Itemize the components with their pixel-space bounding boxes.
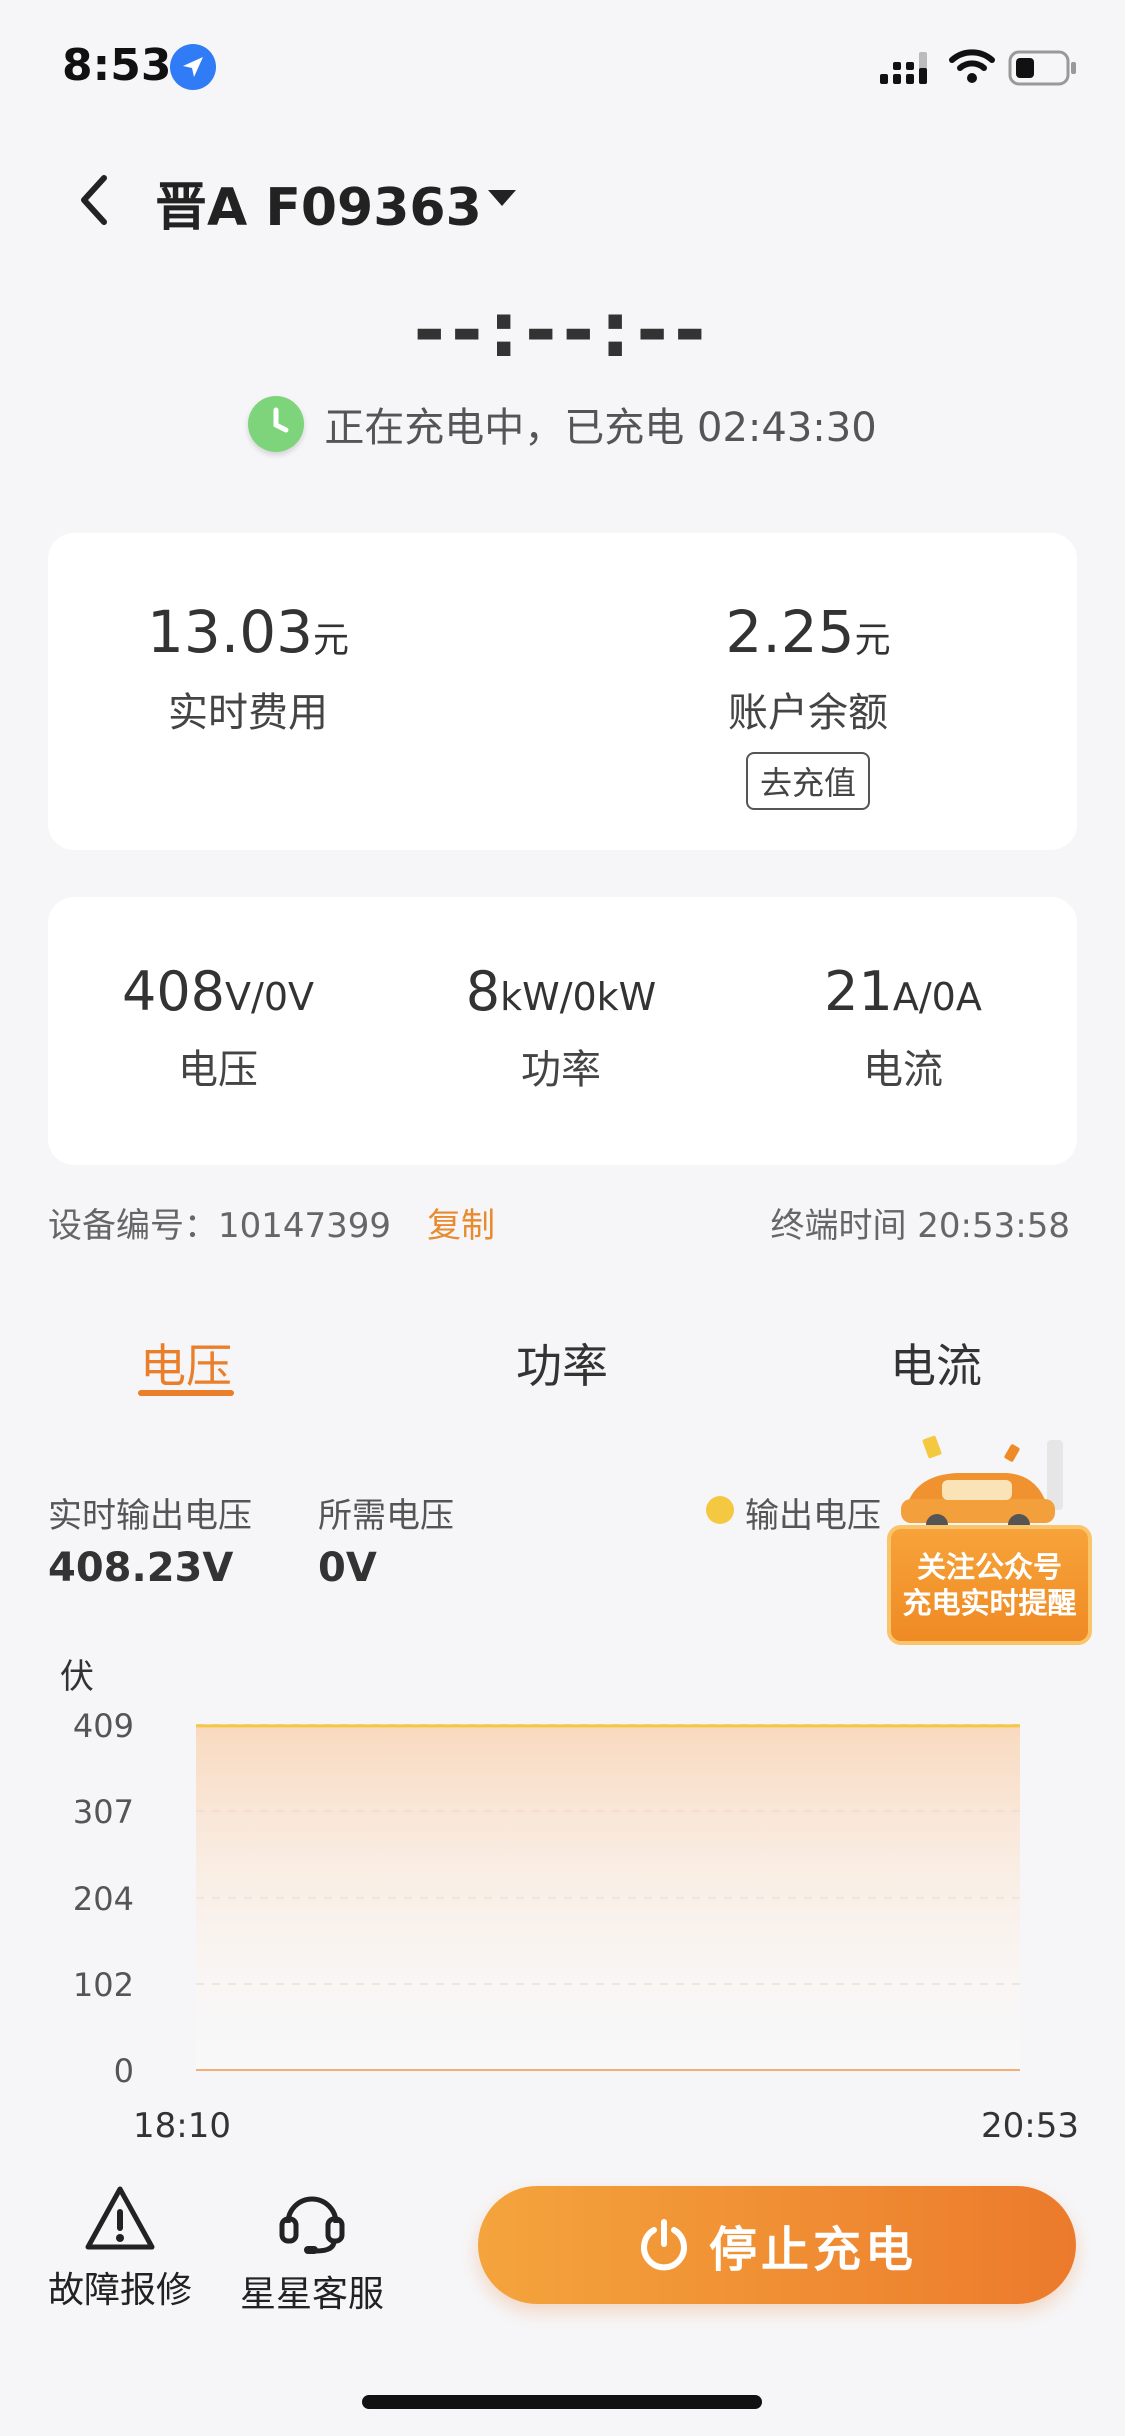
- power-value: 8: [465, 960, 501, 1023]
- series-area: [196, 1725, 1020, 2070]
- balance-label: 账户余额: [728, 690, 888, 736]
- y-tick-label: 102: [73, 1966, 134, 2004]
- x-tick-label: 18:10: [133, 2106, 231, 2146]
- realtime-cost: 13.03元 实时费用: [98, 598, 398, 738]
- realtime-output-voltage-label: 实时输出电压: [48, 1496, 252, 1536]
- fee-card: 13.03元 实时费用 2.25元 账户余额 去充值: [48, 533, 1077, 850]
- charge-status-text: 正在充电中，已充电 02:43:30: [324, 405, 877, 451]
- legend-label: 输出电压: [745, 1496, 881, 1536]
- caret-down-icon[interactable]: [488, 190, 516, 206]
- active-tab-underline: [138, 1390, 234, 1396]
- terminal-time: 终端时间 20:53:58: [770, 1198, 1070, 1247]
- terminal-time-label: 终端时间: [770, 1206, 907, 1246]
- back-arrow-icon[interactable]: [70, 170, 120, 230]
- fault-report-label: 故障报修: [47, 2270, 192, 2311]
- vehicle-plate-selector[interactable]: 晋A F09363: [155, 165, 482, 240]
- y-tick-label: 307: [73, 1793, 134, 1831]
- balance-value: 2.25: [725, 598, 855, 666]
- countdown-display: --:--:--: [413, 285, 712, 374]
- required-voltage-label: 所需电压: [318, 1496, 454, 1536]
- voltage-chart: 伏 409 307 204 102 0 18:10 20:53: [60, 1657, 1079, 2146]
- current-stat: 21A/0A 电流: [753, 960, 1053, 1095]
- tab-voltage[interactable]: 电压: [126, 1330, 246, 1396]
- realtime-cost-value: 13.03: [146, 598, 314, 666]
- device-id-label: 设备编号：: [48, 1206, 218, 1246]
- terminal-time-value: 20:53:58: [917, 1206, 1070, 1246]
- voltage-stat: 408V/0V 电压: [68, 960, 368, 1095]
- realtime-output-voltage-value: 408.23V: [48, 1545, 234, 1591]
- current-label: 电流: [863, 1047, 943, 1093]
- required-voltage-value: 0V: [318, 1545, 377, 1591]
- follow-account-promo[interactable]: 关注公众号 充电实时提醒: [887, 1425, 1092, 1645]
- warning-triangle-icon: [85, 2186, 155, 2250]
- copy-device-id-link[interactable]: 复制: [427, 1206, 495, 1246]
- home-indicator: [362, 2395, 762, 2409]
- voltage-value: 408: [121, 960, 226, 1023]
- balance-unit: 元: [854, 620, 891, 661]
- current-unit: A/0A: [892, 975, 982, 1019]
- electric-card: 408V/0V 电压 8kW/0kW 功率 21A/0A 电流: [48, 897, 1077, 1165]
- clock-icon: [248, 396, 305, 452]
- legend-dot: [706, 1496, 734, 1524]
- y-tick-label: 0: [114, 2052, 134, 2090]
- stop-charging-button[interactable]: 停止充电: [478, 2186, 1076, 2304]
- y-tick-label: 409: [73, 1707, 134, 1745]
- tab-power[interactable]: 功率: [502, 1330, 622, 1396]
- headset-icon: [279, 2196, 345, 2254]
- power-stat: 8kW/0kW 功率: [411, 960, 711, 1095]
- customer-service-button[interactable]: 星星客服: [232, 2185, 392, 2317]
- stop-charging-label: 停止充电: [708, 2222, 917, 2278]
- charge-status-row: 正在充电中，已充电 02:43:30: [0, 395, 1125, 453]
- promo-line2: 充电实时提醒: [902, 1586, 1077, 1620]
- recharge-button[interactable]: 去充值: [745, 752, 870, 810]
- realtime-cost-unit: 元: [313, 620, 350, 661]
- tab-current[interactable]: 电流: [876, 1330, 996, 1396]
- battery-icon: [1008, 50, 1076, 86]
- promo-badge: 关注公众号 充电实时提醒: [887, 1525, 1092, 1645]
- customer-service-label: 星星客服: [239, 2274, 384, 2315]
- x-tick-label: 20:53: [981, 2106, 1079, 2146]
- y-tick-label: 204: [73, 1880, 134, 1918]
- fault-report-button[interactable]: 故障报修: [40, 2185, 200, 2313]
- y-axis-label: 伏: [60, 1657, 94, 1697]
- location-arrow-icon: [170, 44, 216, 90]
- promo-line1: 关注公众号: [916, 1549, 1062, 1584]
- power-label: 功率: [521, 1047, 601, 1093]
- status-time: 8:53: [62, 40, 172, 91]
- power-icon: [641, 2219, 687, 2271]
- cellular-signal-icon: [880, 52, 927, 84]
- voltage-label: 电压: [178, 1047, 258, 1093]
- voltage-unit: V/0V: [225, 975, 315, 1019]
- account-balance: 2.25元 账户余额 去充值: [658, 598, 958, 810]
- device-info: 设备编号：10147399 复制: [48, 1198, 495, 1247]
- power-unit: kW/0kW: [500, 975, 657, 1019]
- device-id-value: 10147399: [218, 1206, 392, 1246]
- current-value: 21: [824, 960, 893, 1023]
- realtime-cost-label: 实时费用: [168, 690, 328, 736]
- wifi-icon: [949, 49, 995, 83]
